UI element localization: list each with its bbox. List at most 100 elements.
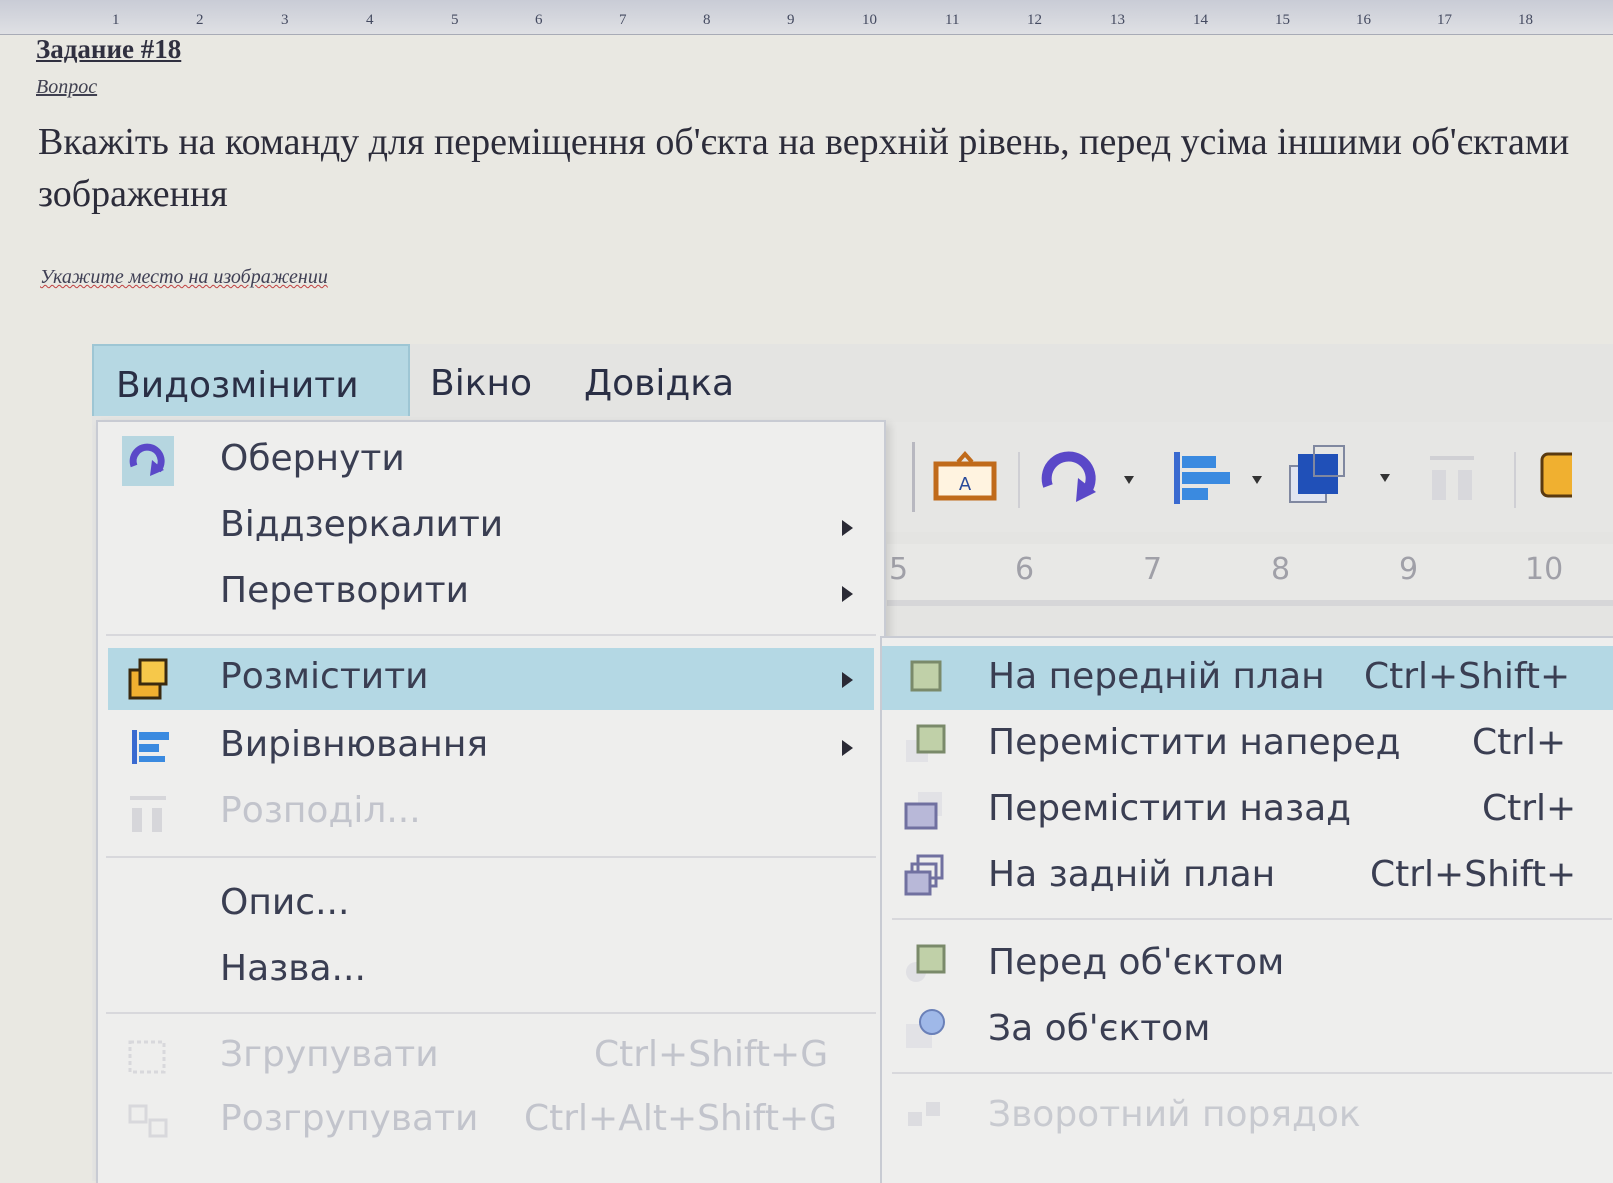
menu-item-arrange[interactable]: Розмістити	[108, 648, 874, 710]
align-icon[interactable]	[1164, 446, 1274, 516]
submenu-item-shortcut: Ctrl+	[1472, 722, 1567, 763]
menu-item-convert[interactable]: Перетворити	[108, 562, 874, 624]
menu-item-label: Вирівнювання	[220, 724, 489, 765]
menu-separator	[106, 634, 876, 636]
ruler-tick: 7	[1143, 552, 1163, 587]
hint-text: Укажите место на изображении	[40, 266, 328, 288]
modify-menu: Обернути Віддзеркалити Перетворити Розмі…	[96, 420, 886, 1183]
rotate-icon	[122, 436, 174, 486]
arrange-submenu: На передній план Ctrl+Shift+ Перемістити…	[880, 636, 1613, 1183]
ruler-tick: 16	[1356, 12, 1371, 28]
menu-help[interactable]: Довідка	[562, 344, 756, 414]
menu-help-label: Довідка	[584, 363, 735, 404]
ruler-tick: 8	[1271, 552, 1291, 587]
menu-item-label: Перетворити	[220, 570, 470, 611]
menu-separator	[106, 1012, 876, 1014]
submenu-item-shortcut: Ctrl+Shift+	[1364, 656, 1571, 697]
submenu-arrow-icon	[842, 672, 853, 688]
submenu-separator	[892, 918, 1612, 920]
canvas-ruler: 5 6 7 8 9 10	[887, 544, 1613, 606]
submenu-item-send-backward[interactable]: Перемістити назад Ctrl+	[882, 778, 1613, 842]
ruler-tick: 5	[889, 552, 909, 587]
send-to-back-icon	[902, 854, 950, 898]
submenu-arrow-icon	[842, 740, 853, 756]
submenu-item-bring-forward[interactable]: Перемістити наперед Ctrl+	[882, 712, 1613, 776]
menu-window[interactable]: Вікно	[408, 344, 554, 414]
arrange-icon[interactable]	[1284, 442, 1404, 516]
menu-item-label: Згрупувати	[220, 1034, 439, 1075]
menu-modify[interactable]: Видозмінити	[92, 344, 410, 416]
question-text: Вкажіть на команду для переміщення об'єк…	[38, 121, 1570, 215]
ruler-tick: 6	[535, 12, 543, 28]
bring-forward-icon	[902, 722, 950, 766]
menu-item-distribute: Розподіл...	[108, 782, 874, 844]
menubar: Видозмінити Вікно Довідка	[92, 344, 1613, 416]
submenu-arrow-icon	[842, 586, 853, 602]
distribute-icon	[1422, 444, 1492, 512]
rotate-icon[interactable]	[1034, 446, 1144, 516]
ruler-tick: 12	[1027, 12, 1042, 28]
menu-item-label: Опис...	[220, 882, 350, 923]
menu-item-rotate[interactable]: Обернути	[108, 430, 874, 492]
ruler-tick: 8	[703, 12, 711, 28]
ruler-tick: 13	[1110, 12, 1125, 28]
submenu-item-send-to-back[interactable]: На задній план Ctrl+Shift+	[882, 844, 1613, 908]
toolbar: A	[884, 422, 1613, 532]
toolbar-separator	[1514, 452, 1516, 508]
svg-text:A: A	[959, 474, 972, 495]
ruler-tick: 9	[1399, 552, 1419, 587]
toolbar-separator	[912, 442, 915, 512]
ruler-tick: 17	[1437, 12, 1452, 28]
align-icon	[122, 722, 174, 772]
submenu-item-reverse-order: Зворотний порядок	[882, 1084, 1613, 1148]
app-screenshot[interactable]: Видозмінити Вікно Довідка A 5 6 7 8 9 10…	[92, 344, 1613, 1183]
menu-item-shortcut: Ctrl+Shift+G	[594, 1034, 829, 1075]
menu-item-label: Розмістити	[220, 656, 429, 697]
behind-object-icon	[902, 1008, 950, 1052]
menu-item-label: Розподіл...	[220, 790, 421, 831]
submenu-arrow-icon	[842, 520, 853, 536]
ruler-tick: 11	[945, 12, 960, 28]
submenu-item-shortcut: Ctrl+Shift+	[1370, 854, 1577, 895]
menu-separator	[106, 856, 876, 858]
ruler-tick: 4	[366, 12, 374, 28]
submenu-item-label: На задній план	[988, 854, 1276, 895]
ruler-tick: 10	[1525, 552, 1564, 587]
distribute-icon	[122, 788, 174, 838]
menu-item-flip[interactable]: Віддзеркалити	[108, 496, 874, 558]
menu-item-alignment[interactable]: Вирівнювання	[108, 716, 874, 778]
ruler-tick: 2	[196, 12, 204, 28]
ruler-tick: 14	[1193, 12, 1208, 28]
submenu-item-label: Перемістити назад	[988, 788, 1352, 829]
ruler-tick: 5	[451, 12, 459, 28]
ruler-tick: 10	[862, 12, 877, 28]
submenu-item-label: Зворотний порядок	[988, 1094, 1361, 1135]
menu-item-description[interactable]: Опис...	[108, 874, 874, 936]
reverse-order-icon	[902, 1094, 950, 1138]
document-ruler: 1 2 3 4 5 6 7 8 9 10 11 12 13 14 15 16 1…	[0, 0, 1613, 35]
ruler-tick: 1	[112, 12, 120, 28]
in-front-of-object-icon	[902, 942, 950, 986]
submenu-item-label: Перемістити наперед	[988, 722, 1401, 763]
menu-modify-label: Видозмінити	[116, 365, 359, 406]
menu-item-shortcut: Ctrl+Alt+Shift+G	[524, 1098, 838, 1139]
submenu-item-behind-object[interactable]: За об'єктом	[882, 998, 1613, 1062]
menu-item-label: Обернути	[220, 438, 405, 479]
group-icon	[122, 1032, 174, 1082]
menu-item-name[interactable]: Назва...	[108, 940, 874, 1002]
menu-item-group: Згрупувати Ctrl+Shift+G	[108, 1026, 874, 1088]
task-title: Задание #18	[36, 34, 182, 64]
submenu-item-label: За об'єктом	[988, 1008, 1211, 1049]
toolbar-separator	[1018, 452, 1020, 508]
submenu-item-in-front-of-object[interactable]: Перед об'єктом	[882, 932, 1613, 996]
menu-item-ungroup: Розгрупувати Ctrl+Alt+Shift+G	[108, 1090, 874, 1152]
ruler-tick: 15	[1275, 12, 1290, 28]
question-label: Вопрос	[36, 76, 98, 98]
shape-icon[interactable]	[1532, 450, 1584, 506]
submenu-item-label: На передній план	[988, 656, 1325, 697]
submenu-item-bring-to-front[interactable]: На передній план Ctrl+Shift+	[882, 646, 1613, 710]
text-frame-icon[interactable]: A	[930, 450, 1000, 510]
menu-item-label: Розгрупувати	[220, 1098, 479, 1139]
arrange-icon	[122, 654, 174, 704]
menu-window-label: Вікно	[430, 363, 533, 404]
